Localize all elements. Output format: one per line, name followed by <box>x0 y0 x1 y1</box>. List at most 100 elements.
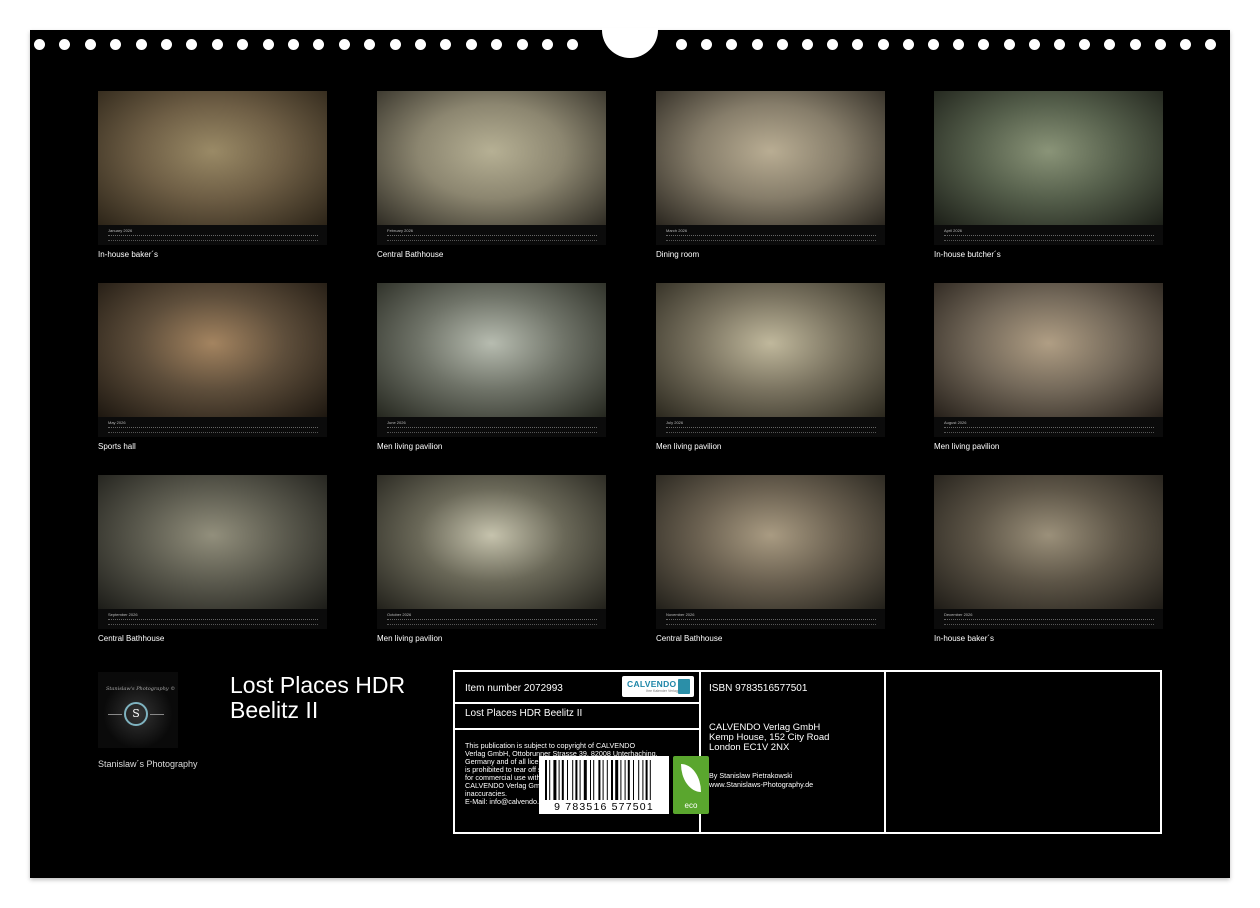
day-grid <box>666 427 876 433</box>
binding-hole <box>776 39 788 50</box>
barcode-bar <box>553 760 557 800</box>
barcode-bar <box>642 760 644 800</box>
logo-line <box>150 714 164 715</box>
binding-hole <box>237 39 249 50</box>
binding-hole <box>827 39 839 50</box>
month-thumbnail: September 2026 <box>98 475 327 629</box>
barcode-bar <box>567 760 568 800</box>
month-photo <box>934 283 1163 417</box>
binding-hole <box>135 39 147 50</box>
isbn: ISBN 9783516577501 <box>709 683 808 694</box>
day-grid <box>108 619 318 625</box>
binding-hole <box>928 39 939 50</box>
month-caption: In-house baker´s <box>98 250 159 259</box>
day-grid <box>108 235 318 241</box>
binding-hole <box>567 39 579 50</box>
binding-hole <box>1180 39 1191 50</box>
calvendo-logo-text: CALVENDO <box>627 679 677 689</box>
barcode-bar <box>602 760 604 800</box>
month-label: September 2026 <box>108 612 138 617</box>
isbn-barcode: 9 783516 577501 <box>539 756 669 814</box>
day-grid <box>387 235 597 241</box>
binding-hole <box>902 39 914 50</box>
photographer-credit: Stanislaw´s Photography <box>98 759 198 769</box>
month-thumbnail: December 2026 <box>934 475 1163 629</box>
month-caption: Central Bathhouse <box>98 634 165 643</box>
day-grid <box>108 427 318 433</box>
barcode-bar <box>561 760 564 800</box>
month-caption: In-house butcher´s <box>934 250 1001 259</box>
binding-hole <box>516 39 528 50</box>
binding-hole <box>1079 39 1091 50</box>
barcode-bar <box>575 760 578 800</box>
month-thumbnail: June 2026 <box>377 283 606 437</box>
month-thumbnail: February 2026 <box>377 91 606 245</box>
barcode-bar <box>615 760 619 800</box>
photographer-logo: Stanislaw's Photography © S <box>98 672 178 748</box>
month-photo <box>98 475 327 609</box>
binding-hole <box>802 39 813 50</box>
binding-hole <box>389 39 401 50</box>
month-thumbnail: May 2026 <box>98 283 327 437</box>
month-thumbnail: January 2026 <box>98 91 327 245</box>
logo-text: Stanislaw's Photography © <box>106 686 176 692</box>
binding-hole <box>978 39 990 50</box>
month-photo <box>934 91 1163 225</box>
leaf-icon <box>681 764 701 792</box>
month-label: January 2026 <box>108 228 133 233</box>
divider <box>884 672 886 832</box>
day-grid <box>944 427 1154 433</box>
binding-hole <box>110 39 122 50</box>
month-photo <box>377 91 606 225</box>
month-caption: Men living pavilion <box>377 634 443 643</box>
barcode-bar <box>572 760 574 800</box>
month-thumbnail: August 2026 <box>934 283 1163 437</box>
binding-hole <box>751 39 763 50</box>
month-label: March 2026 <box>666 228 688 233</box>
eco-label: eco <box>673 756 709 814</box>
month-caption: Men living pavilion <box>934 442 1000 451</box>
barcode-bar <box>611 760 613 800</box>
barcode-bar <box>620 760 622 800</box>
item-number: Item number 2072993 <box>465 683 563 694</box>
divider <box>455 728 699 730</box>
day-grid <box>387 427 597 433</box>
month-thumbnail: March 2026 <box>656 91 885 245</box>
divider <box>455 702 699 704</box>
month-photo <box>656 283 885 417</box>
binding-hole <box>1003 39 1015 50</box>
day-grid <box>387 619 597 625</box>
binding-hole <box>338 39 350 50</box>
month-thumbnail: July 2026 <box>656 283 885 437</box>
month-photo <box>934 475 1163 609</box>
month-label: August 2026 <box>944 420 967 425</box>
binding-hole <box>1104 39 1116 50</box>
month-caption: Sports hall <box>98 442 136 451</box>
binding-hole <box>542 39 553 50</box>
barcode-bar <box>645 760 648 800</box>
month-caption: Men living pavilion <box>656 442 722 451</box>
binding-hole <box>1054 39 1065 50</box>
month-caption: Men living pavilion <box>377 442 443 451</box>
calendar-title-line1: Lost Places HDR <box>230 672 406 698</box>
binding-hole <box>262 39 274 50</box>
month-thumbnail: April 2026 <box>934 91 1163 245</box>
day-grid <box>944 235 1154 241</box>
logo-line <box>108 714 122 715</box>
hanger-notch <box>602 28 658 58</box>
month-label: June 2026 <box>387 420 406 425</box>
binding-hole <box>1154 39 1166 50</box>
month-photo <box>656 91 885 225</box>
day-grid <box>666 619 876 625</box>
month-label: December 2026 <box>944 612 973 617</box>
binding-hole <box>211 39 223 50</box>
binding-hole <box>59 39 71 50</box>
binding-hole <box>313 39 325 50</box>
binding-hole <box>852 39 864 50</box>
calvendo-logo-subtext: Ihre Kalender Verlag <box>646 689 678 693</box>
barcode-bar <box>579 760 581 800</box>
binding-hole <box>465 39 477 50</box>
binding-hole <box>726 39 738 50</box>
binding-hole <box>701 39 713 50</box>
binding-hole <box>288 39 299 50</box>
